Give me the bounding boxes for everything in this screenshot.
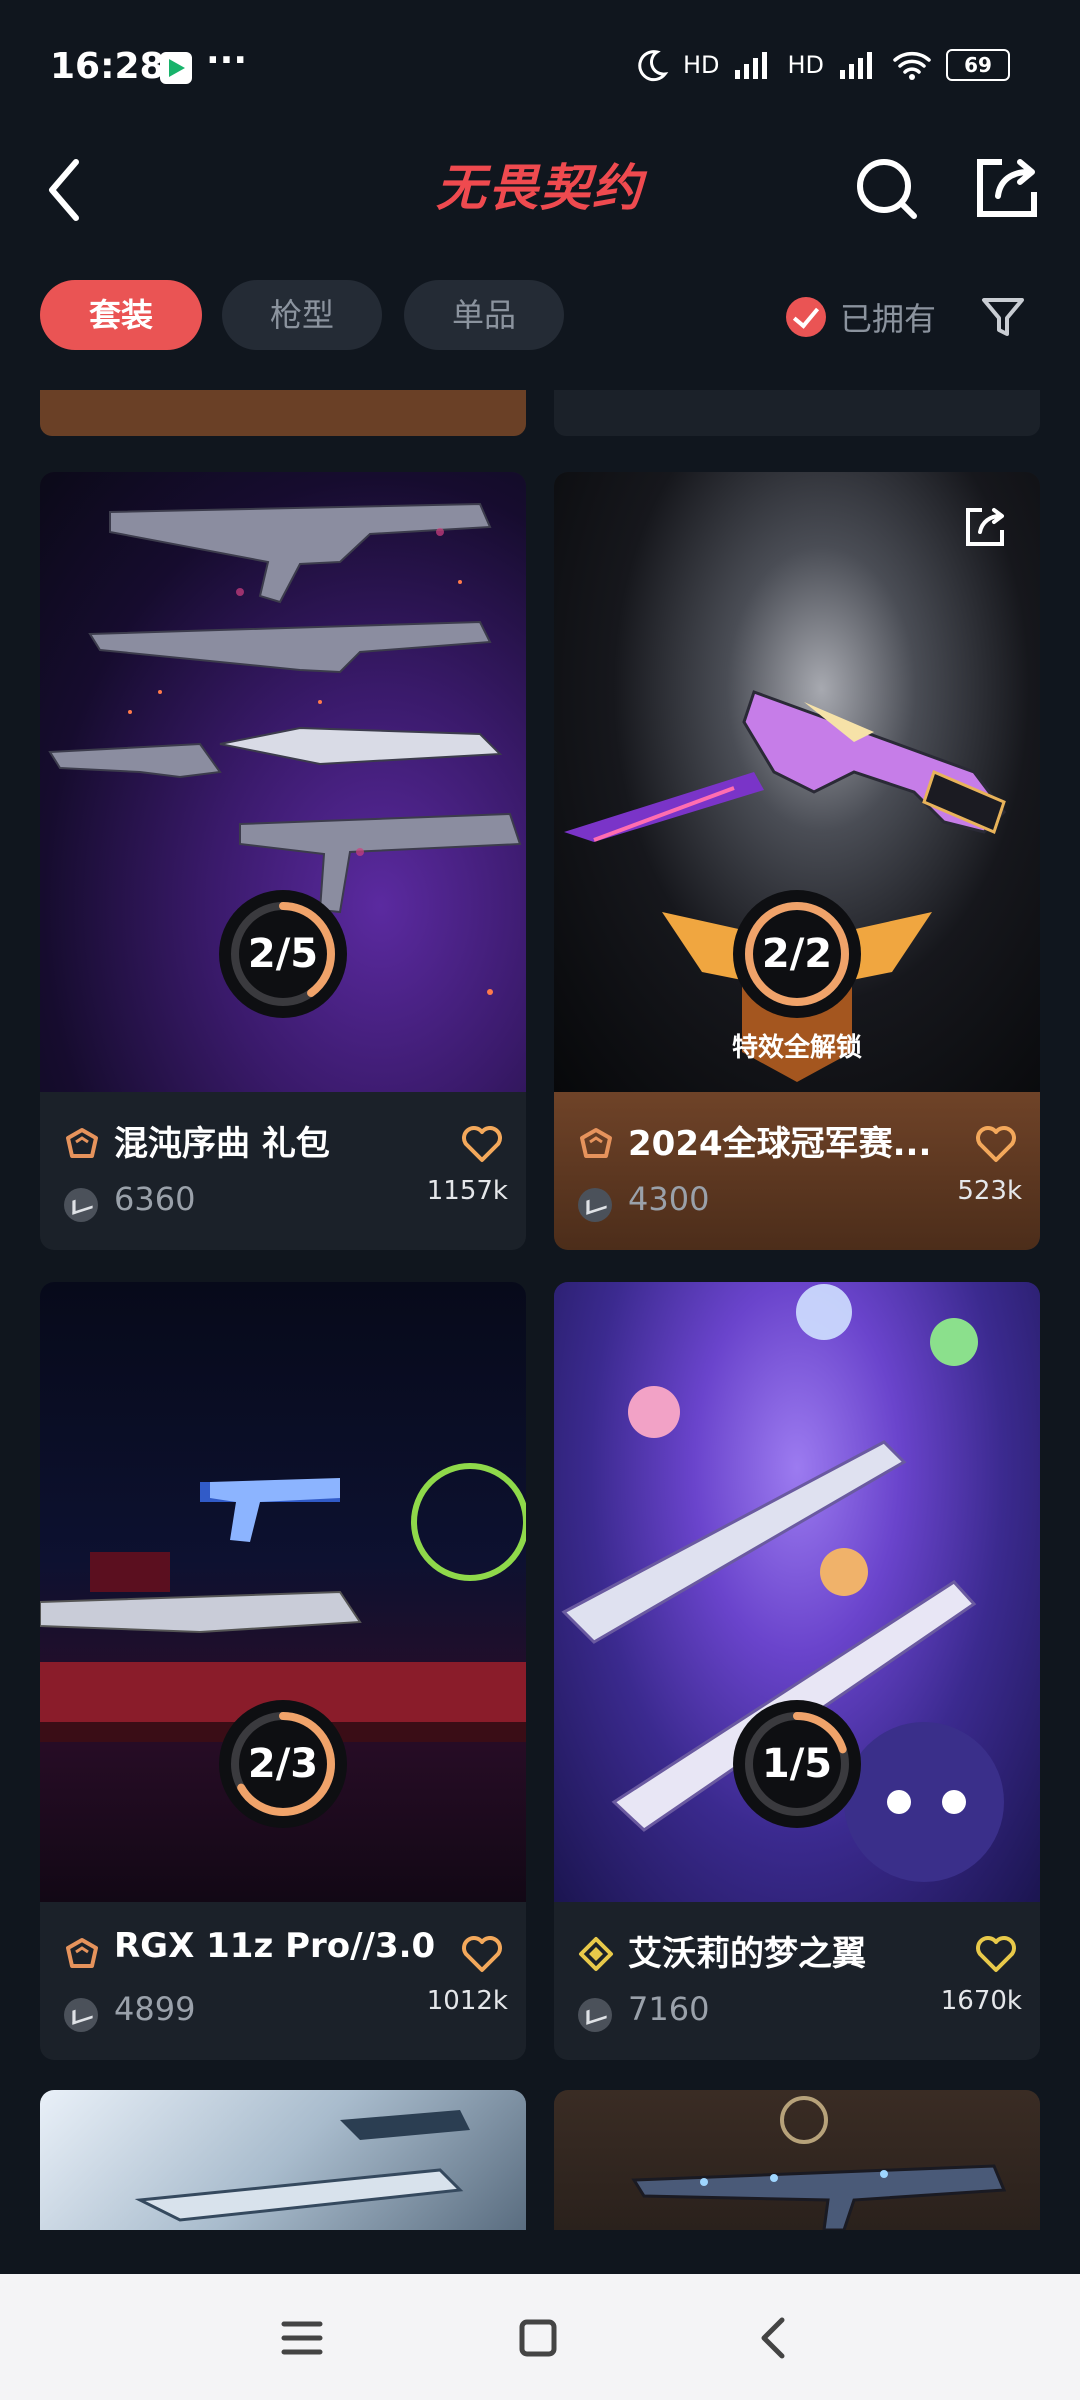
- collection-progress-ring: 2/2: [733, 890, 861, 1018]
- card-partial-right[interactable]: [554, 390, 1040, 436]
- bundle-price: 4300: [628, 1180, 710, 1218]
- progress-text: 2/2: [761, 931, 833, 977]
- like-count: 523k: [957, 1176, 1022, 1206]
- bundle-image: 2/3: [40, 1282, 526, 1902]
- tier-icon: [579, 1937, 613, 1971]
- progress-text: 2/5: [247, 931, 319, 977]
- share-icon[interactable]: [962, 502, 1010, 550]
- like-count: 1670k: [940, 1986, 1022, 2016]
- bundle-name: RGX 11z Pro//3.0: [114, 1926, 436, 1966]
- battery-icon: 69: [946, 49, 1010, 81]
- heart-icon[interactable]: [460, 1932, 504, 1976]
- card-info: 2024全球冠军赛... 4300 523k: [554, 1092, 1040, 1250]
- owned-label: 已拥有: [840, 300, 937, 338]
- bundle-card[interactable]: 2/5 混沌序曲 礼包 6360 1157k: [40, 472, 526, 1250]
- heart-icon[interactable]: [974, 1122, 1018, 1166]
- heart-icon[interactable]: [974, 1932, 1018, 1976]
- bundle-image: 2/5: [40, 472, 526, 1092]
- card-info: RGX 11z Pro//3.0 4899 1012k: [40, 1902, 526, 2060]
- bundle-name: 混沌序曲 礼包: [114, 1124, 330, 1164]
- bundle-name: 2024全球冠军赛...: [628, 1124, 932, 1164]
- back-icon[interactable]: [744, 2308, 804, 2368]
- like-count: 1012k: [426, 1986, 508, 2016]
- bundle-price: 7160: [628, 1990, 710, 2028]
- signal-icon: [735, 52, 768, 79]
- valorant-points-icon: [64, 1998, 98, 2032]
- filter-icon[interactable]: [980, 294, 1026, 340]
- bundle-image: 1/5: [554, 1282, 1040, 1902]
- card-info: 混沌序曲 礼包 6360 1157k: [40, 1092, 526, 1250]
- moon-icon: [638, 50, 669, 82]
- bundle-card-partial[interactable]: [40, 2090, 526, 2230]
- owned-toggle[interactable]: 已拥有: [786, 294, 936, 340]
- card-info: 艾沃莉的梦之翼 7160 1670k: [554, 1902, 1040, 2060]
- signal-label-2: HD: [787, 51, 824, 79]
- collection-progress-ring: 2/3: [219, 1700, 347, 1828]
- wifi-icon: [893, 52, 931, 80]
- weapon-illustration: [134, 2110, 470, 2222]
- play-store-icon: [160, 52, 192, 84]
- card-partial-left[interactable]: [40, 390, 526, 436]
- search-icon[interactable]: [848, 148, 928, 228]
- valorant-points-icon: [64, 1188, 98, 1222]
- tier-icon: [66, 1938, 98, 1968]
- effects-unlocked-badge: 特效全解锁: [731, 1033, 862, 1063]
- top-app-bar: 无畏契约: [0, 130, 1080, 250]
- status-bar: 16:28 ··· HD HD 69: [0, 0, 1080, 130]
- signal-icon-2: [840, 52, 872, 79]
- filter-bar: 套装 枪型 单品 已拥有: [0, 280, 1080, 354]
- weapon-illustration: [631, 2096, 1007, 2230]
- system-navigation-bar: [0, 2274, 1080, 2400]
- bundle-card[interactable]: 2/3 RGX 11z Pro//3.0 4899 1012k: [40, 1282, 526, 2060]
- menu-icon[interactable]: [272, 2308, 332, 2368]
- tier-icon: [66, 1128, 98, 1158]
- status-time: 16:28: [50, 46, 165, 87]
- collection-progress-ring: 1/5: [733, 1700, 861, 1828]
- valorant-points-icon: [578, 1188, 612, 1222]
- like-count: 1157k: [426, 1176, 508, 1206]
- bundle-image: 2/2 特效全解锁: [554, 472, 1040, 1092]
- signal-label-1: HD: [682, 51, 720, 79]
- share-icon[interactable]: [968, 148, 1048, 228]
- bundle-card[interactable]: 1/5 艾沃莉的梦之翼 7160 1670k: [554, 1282, 1040, 2060]
- progress-text: 1/5: [761, 1741, 833, 1787]
- tab-single-item[interactable]: 单品: [404, 280, 564, 350]
- tab-weapon-type[interactable]: 枪型: [222, 280, 382, 350]
- progress-text: 2/3: [247, 1741, 319, 1787]
- bundle-card[interactable]: 2/2 特效全解锁 2024全球冠军赛... 4300 523k: [554, 472, 1040, 1250]
- status-right: HD HD 69: [635, 48, 1010, 82]
- bundle-price: 6360: [114, 1180, 196, 1218]
- bundle-name: 艾沃莉的梦之翼: [628, 1934, 866, 1974]
- bundle-card-partial[interactable]: [554, 2090, 1040, 2230]
- tab-bundles[interactable]: 套装: [40, 280, 202, 350]
- home-icon[interactable]: [508, 2308, 568, 2368]
- collection-progress-ring: 2/5: [219, 890, 347, 1018]
- valorant-points-icon: [578, 1998, 612, 2032]
- heart-icon[interactable]: [460, 1122, 504, 1166]
- tier-icon: [580, 1128, 612, 1158]
- bundle-price: 4899: [114, 1990, 196, 2028]
- status-more: ···: [206, 40, 248, 81]
- checkbox-checked-icon[interactable]: [786, 297, 826, 337]
